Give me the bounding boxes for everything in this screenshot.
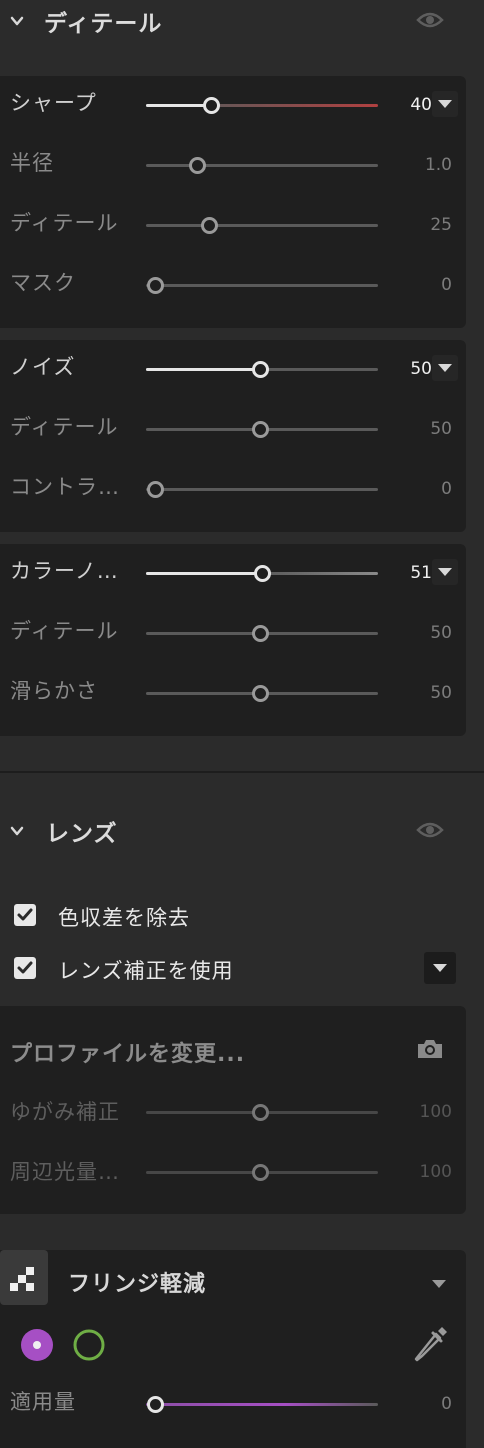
sharpen-detail-slider-thumb[interactable] xyxy=(200,217,218,234)
chevron-down-icon[interactable] xyxy=(10,14,24,28)
color-noise-detail-label: ディテール xyxy=(10,619,119,643)
profile-panel: プロファイルを変更... ゆがみ補正 100 周辺光量… 100 xyxy=(0,1006,466,1214)
radius-slider-thumb[interactable] xyxy=(189,157,207,174)
defringe-amount-label: 適用量 xyxy=(10,1390,76,1414)
sharpen-slider[interactable] xyxy=(146,97,378,114)
defringe-amount-slider[interactable] xyxy=(146,1396,378,1413)
vignetting-slider[interactable] xyxy=(146,1164,378,1181)
mask-slider-thumb[interactable] xyxy=(147,277,165,294)
smoothness-label: 滑らかさ xyxy=(10,679,98,703)
smoothness-slider-thumb[interactable] xyxy=(251,685,269,702)
sharpen-slider-thumb[interactable] xyxy=(202,97,220,114)
distortion-slider[interactable] xyxy=(146,1104,378,1121)
color-noise-panel: カラーノ… 51 ディテール 50 滑らかさ 50 xyxy=(0,544,466,736)
camera-icon[interactable] xyxy=(416,1038,444,1060)
defringe-dropdown-icon[interactable] xyxy=(426,1274,452,1294)
noise-panel: ノイズ 50 ディテール 50 コントラ… 0 xyxy=(0,340,466,532)
distortion-value[interactable]: 100 xyxy=(392,1102,452,1122)
noise-contrast-value[interactable]: 0 xyxy=(392,479,452,499)
color-noise-detail-value[interactable]: 50 xyxy=(392,623,452,643)
color-noise-label: カラーノ… xyxy=(10,559,119,583)
radius-label: 半径 xyxy=(10,151,54,175)
chevron-down-icon[interactable] xyxy=(10,824,24,838)
change-profile-title[interactable]: プロファイルを変更... xyxy=(10,1036,245,1068)
color-noise-detail-slider[interactable] xyxy=(146,625,378,642)
use-profile-label[interactable]: レンズ補正を使用 xyxy=(58,955,234,985)
remove-ca-checkbox[interactable] xyxy=(14,904,36,926)
color-noise-dropdown-icon[interactable] xyxy=(432,559,458,585)
mask-label: マスク xyxy=(10,271,76,295)
mask-slider[interactable] xyxy=(146,277,378,294)
noise-contrast-slider[interactable] xyxy=(146,481,378,498)
sharpen-detail-label: ディテール xyxy=(10,211,119,235)
eye-icon[interactable] xyxy=(416,820,444,840)
defringe-amount-slider-thumb[interactable] xyxy=(147,1396,165,1413)
noise-slider-thumb[interactable] xyxy=(251,361,269,378)
noise-detail-value[interactable]: 50 xyxy=(392,419,452,439)
distortion-label: ゆがみ補正 xyxy=(10,1100,120,1124)
noise-value[interactable]: 50 xyxy=(372,359,432,379)
color-noise-slider[interactable] xyxy=(146,565,378,582)
sharpen-dropdown-icon[interactable] xyxy=(432,91,458,117)
sharpen-detail-value[interactable]: 25 xyxy=(392,215,452,235)
green-fringe-swatch[interactable] xyxy=(72,1328,106,1362)
section-title-lens: レンズ xyxy=(46,821,118,847)
radius-slider[interactable] xyxy=(146,157,378,174)
noise-detail-slider-thumb[interactable] xyxy=(251,421,269,438)
color-noise-slider-thumb[interactable] xyxy=(254,565,271,582)
remove-ca-label[interactable]: 色収差を除去 xyxy=(58,902,190,932)
noise-label: ノイズ xyxy=(10,355,76,379)
defringe-title: フリンジ軽減 xyxy=(68,1272,207,1297)
vignetting-value[interactable]: 100 xyxy=(392,1162,452,1182)
sharpen-value[interactable]: 40 xyxy=(372,95,432,115)
use-profile-checkbox[interactable] xyxy=(14,957,36,979)
eyedropper-icon[interactable] xyxy=(412,1324,450,1364)
noise-contrast-slider-thumb[interactable] xyxy=(147,481,165,498)
noise-contrast-label: コントラ… xyxy=(10,475,120,499)
sharpen-label: シャープ xyxy=(10,91,97,115)
vignetting-label: 周辺光量… xyxy=(10,1160,120,1184)
color-noise-detail-slider-thumb[interactable] xyxy=(251,625,269,642)
defringe-icon xyxy=(0,1250,48,1305)
noise-slider[interactable] xyxy=(146,361,378,378)
smoothness-slider[interactable] xyxy=(146,685,378,702)
smoothness-value[interactable]: 50 xyxy=(392,683,452,703)
vignetting-slider-thumb[interactable] xyxy=(251,1164,269,1181)
defringe-panel: フリンジ軽減 適用量 0 xyxy=(0,1250,466,1448)
section-divider xyxy=(0,771,484,773)
radius-value[interactable]: 1.0 xyxy=(392,155,452,175)
distortion-slider-thumb[interactable] xyxy=(251,1104,269,1121)
sharpen-detail-slider[interactable] xyxy=(146,217,378,234)
sharpen-panel: シャープ 40 半径 1.0 ディテール 25 マスク 0 xyxy=(0,76,466,328)
eye-icon[interactable] xyxy=(416,10,444,30)
noise-dropdown-icon[interactable] xyxy=(432,355,458,381)
profile-options-dropdown-icon[interactable] xyxy=(424,952,456,984)
section-title-detail: ディテール xyxy=(44,11,163,37)
defringe-amount-value[interactable]: 0 xyxy=(392,1394,452,1414)
mask-value[interactable]: 0 xyxy=(392,275,452,295)
color-noise-value[interactable]: 51 xyxy=(372,563,432,583)
noise-detail-label: ディテール xyxy=(10,415,119,439)
purple-fringe-swatch[interactable] xyxy=(20,1328,54,1362)
noise-detail-slider[interactable] xyxy=(146,421,378,438)
